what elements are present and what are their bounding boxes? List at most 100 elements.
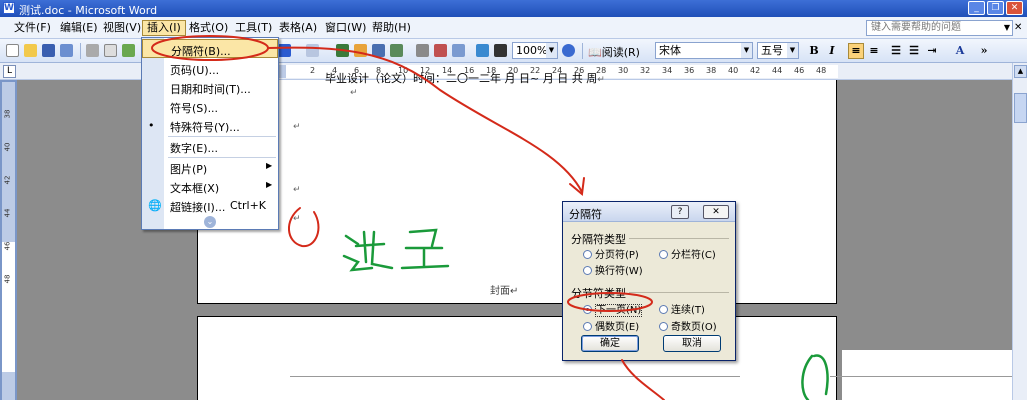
chevron-down-icon[interactable]: ▼ [787,43,798,58]
radio-label: 分页符(P) [595,250,639,261]
submenu-arrow-icon: ▶ [266,161,273,170]
insert-table-icon[interactable] [372,44,385,57]
header-line [830,376,1020,377]
ruler-tick-label: 36 [684,66,695,75]
scroll-thumb[interactable] [1014,93,1027,123]
dialog-close-button[interactable]: ✕ [703,205,729,219]
spelling-icon[interactable] [122,44,135,57]
paragraph-mark: ↵ [293,214,301,224]
bullets-button[interactable]: ☰ [906,43,922,59]
vertical-ruler-page [2,242,15,372]
permission-icon[interactable] [60,44,73,57]
tables-borders-icon[interactable] [354,44,367,57]
radio-label: 偶数页(E) [595,322,640,333]
menu-item-hyperlink[interactable]: 🌐 超链接(I)... Ctrl+K [142,196,278,215]
cancel-button[interactable]: 取消 [663,335,721,352]
align-left-button[interactable]: ≡ [848,43,864,59]
radio-continuous[interactable]: 连续(T) [659,301,705,316]
menu-item-label: 数字(E)... [170,142,219,155]
ink-icon[interactable] [476,44,489,57]
ruler-tick-label: 38 [706,66,717,75]
help-button[interactable]: ? [671,205,689,219]
menu-item-symbol[interactable]: 符号(S)... [142,97,278,116]
indent-button[interactable]: ⇥ [924,43,940,59]
menu-file[interactable]: 文件(F) [10,20,55,36]
show-hide-icon[interactable] [494,44,507,57]
paragraph-mark: ↵ [510,286,519,297]
bold-button[interactable]: B [806,43,822,59]
menu-item-textbox[interactable]: 文本框(X) ▶ [142,177,278,196]
toolbar-options-icon[interactable]: » [976,43,992,59]
radio-even-page[interactable]: 偶数页(E) [583,318,639,333]
menu-window[interactable]: 窗口(W) [321,20,370,36]
chevron-down-icon[interactable]: ▼ [1004,21,1010,35]
vertical-ruler-tick: 48 [3,274,12,284]
menu-item-page-numbers[interactable]: 页码(U)... [142,59,278,78]
menu-tools[interactable]: 工具(T) [231,20,276,36]
window-title: 测试.doc - Microsoft Word [19,4,158,17]
columns-icon[interactable] [416,44,429,57]
menu-insert[interactable]: 插入(I) [142,20,186,36]
align-center-button[interactable]: ≡ [866,43,882,59]
tab-selector-icon[interactable]: L [3,65,16,78]
new-document-icon[interactable] [6,44,19,57]
menu-item-break[interactable]: 分隔符(B)... [142,39,278,58]
expand-menu-icon[interactable]: ⌄ [204,216,216,228]
italic-button[interactable]: I [824,43,840,59]
read-mode-button[interactable]: 📖阅读(R) [588,44,640,60]
radio-odd-page[interactable]: 奇数页(O) [659,318,717,333]
vertical-scrollbar[interactable]: ▲ [1012,63,1027,400]
radio-label: 连续(T) [671,305,705,316]
ok-button[interactable]: 确定 [581,335,639,352]
redo-icon[interactable] [306,44,319,57]
insert-excel-icon[interactable] [390,44,403,57]
menu-item-label: 页码(U)... [170,64,220,77]
radio-text-wrapping-break[interactable]: 换行符(W) [583,262,643,277]
close-document-icon[interactable]: ✕ [1014,22,1022,33]
page-2[interactable] [197,316,837,400]
menu-item-date-time[interactable]: 日期和时间(T)... [142,78,278,97]
menu-item-number[interactable]: 数字(E)... [142,137,278,156]
restore-button[interactable]: ❐ [987,1,1004,15]
ruler-tick-label: 34 [662,66,673,75]
menu-table[interactable]: 表格(A) [275,20,321,36]
hyperlink-icon[interactable] [336,44,349,57]
title-bar: W 测试.doc - Microsoft Word _ ❐ ✕ [0,0,1027,17]
menu-edit[interactable]: 编辑(E) [56,20,102,36]
document-map-icon[interactable] [452,44,465,57]
chevron-down-icon[interactable]: ▼ [546,43,557,58]
chevron-down-icon[interactable]: ▼ [741,43,752,58]
radio-page-break[interactable]: 分页符(P) [583,246,639,261]
save-icon[interactable] [42,44,55,57]
menu-view[interactable]: 视图(V) [99,20,145,36]
help-search-input[interactable]: 键入需要帮助的问题 ▼ [866,20,1013,36]
zoom-select[interactable]: 100% ▼ [512,42,558,59]
menu-item-label: 特殊符号(Y)... [170,121,240,134]
vertical-ruler: 38 40 42 44 46 48 [2,82,15,400]
font-color-icon[interactable]: A [952,43,968,59]
menu-item-picture[interactable]: 图片(P) ▶ [142,158,278,177]
print-icon[interactable] [86,44,99,57]
print-preview-icon[interactable] [104,44,117,57]
menu-item-label: 分隔符(B)... [171,45,231,58]
menu-format[interactable]: 格式(O) [185,20,232,36]
document-heading[interactable]: 毕业设计（论文）时间：二〇一二年 月 日~ 月 日 共 周↵ [325,70,605,86]
font-size-select[interactable]: 五号 ▼ [757,42,799,59]
minimize-button[interactable]: _ [968,1,985,15]
radio-column-break[interactable]: 分栏符(C) [659,246,716,261]
radio-next-page[interactable]: 下一页(N) [583,301,643,317]
menu-item-special-symbol[interactable]: • 特殊符号(Y)... [142,116,278,135]
open-folder-icon[interactable] [24,44,37,57]
undo-icon[interactable] [278,44,291,57]
scroll-up-icon[interactable]: ▲ [1014,65,1027,78]
paragraph-mark: ↵ [293,122,301,132]
radio-label: 下一页(N) [595,304,643,317]
menu-help[interactable]: 帮助(H) [368,20,415,36]
help-icon[interactable] [562,44,575,57]
close-button[interactable]: ✕ [1006,1,1023,15]
font-select[interactable]: 宋体 ▼ [655,42,753,59]
break-dialog: 分隔符 ? ✕ 分隔符类型 分页符(P) 分栏符(C) 换行符(W) 分节符类型… [562,201,736,361]
drawing-icon[interactable] [434,44,447,57]
numbering-button[interactable]: ☰ [888,43,904,59]
ruler-tick-label: 48 [816,66,827,75]
